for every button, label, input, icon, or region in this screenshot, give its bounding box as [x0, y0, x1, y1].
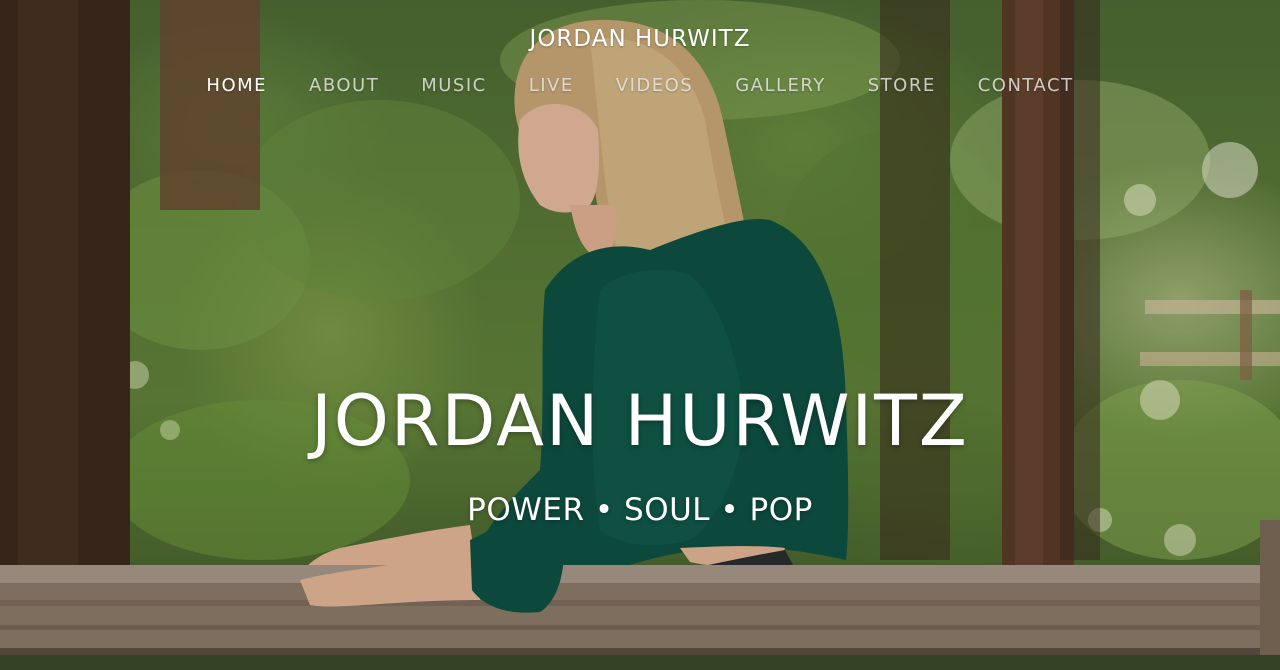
hero-title: JORDAN HURWITZ [311, 380, 969, 462]
main-nav: HOME ABOUT MUSIC LIVE VIDEOS GALLERY STO… [0, 75, 1280, 96]
hero-tagline: POWER • SOUL • POP [467, 492, 813, 528]
nav-item-videos[interactable]: VIDEOS [595, 75, 714, 96]
site-title[interactable]: JORDAN HURWITZ [0, 26, 1280, 52]
nav-item-music[interactable]: MUSIC [400, 75, 508, 96]
hero-section: JORDAN HURWITZ HOME ABOUT MUSIC LIVE VID… [0, 0, 1280, 670]
image-overlay [0, 0, 1280, 670]
nav-item-gallery[interactable]: GALLERY [714, 75, 847, 96]
nav-item-about[interactable]: ABOUT [288, 75, 400, 96]
nav-item-contact[interactable]: CONTACT [957, 75, 1095, 96]
nav-item-store[interactable]: STORE [847, 75, 957, 96]
nav-item-home[interactable]: HOME [185, 75, 288, 96]
nav-item-live[interactable]: LIVE [508, 75, 595, 96]
